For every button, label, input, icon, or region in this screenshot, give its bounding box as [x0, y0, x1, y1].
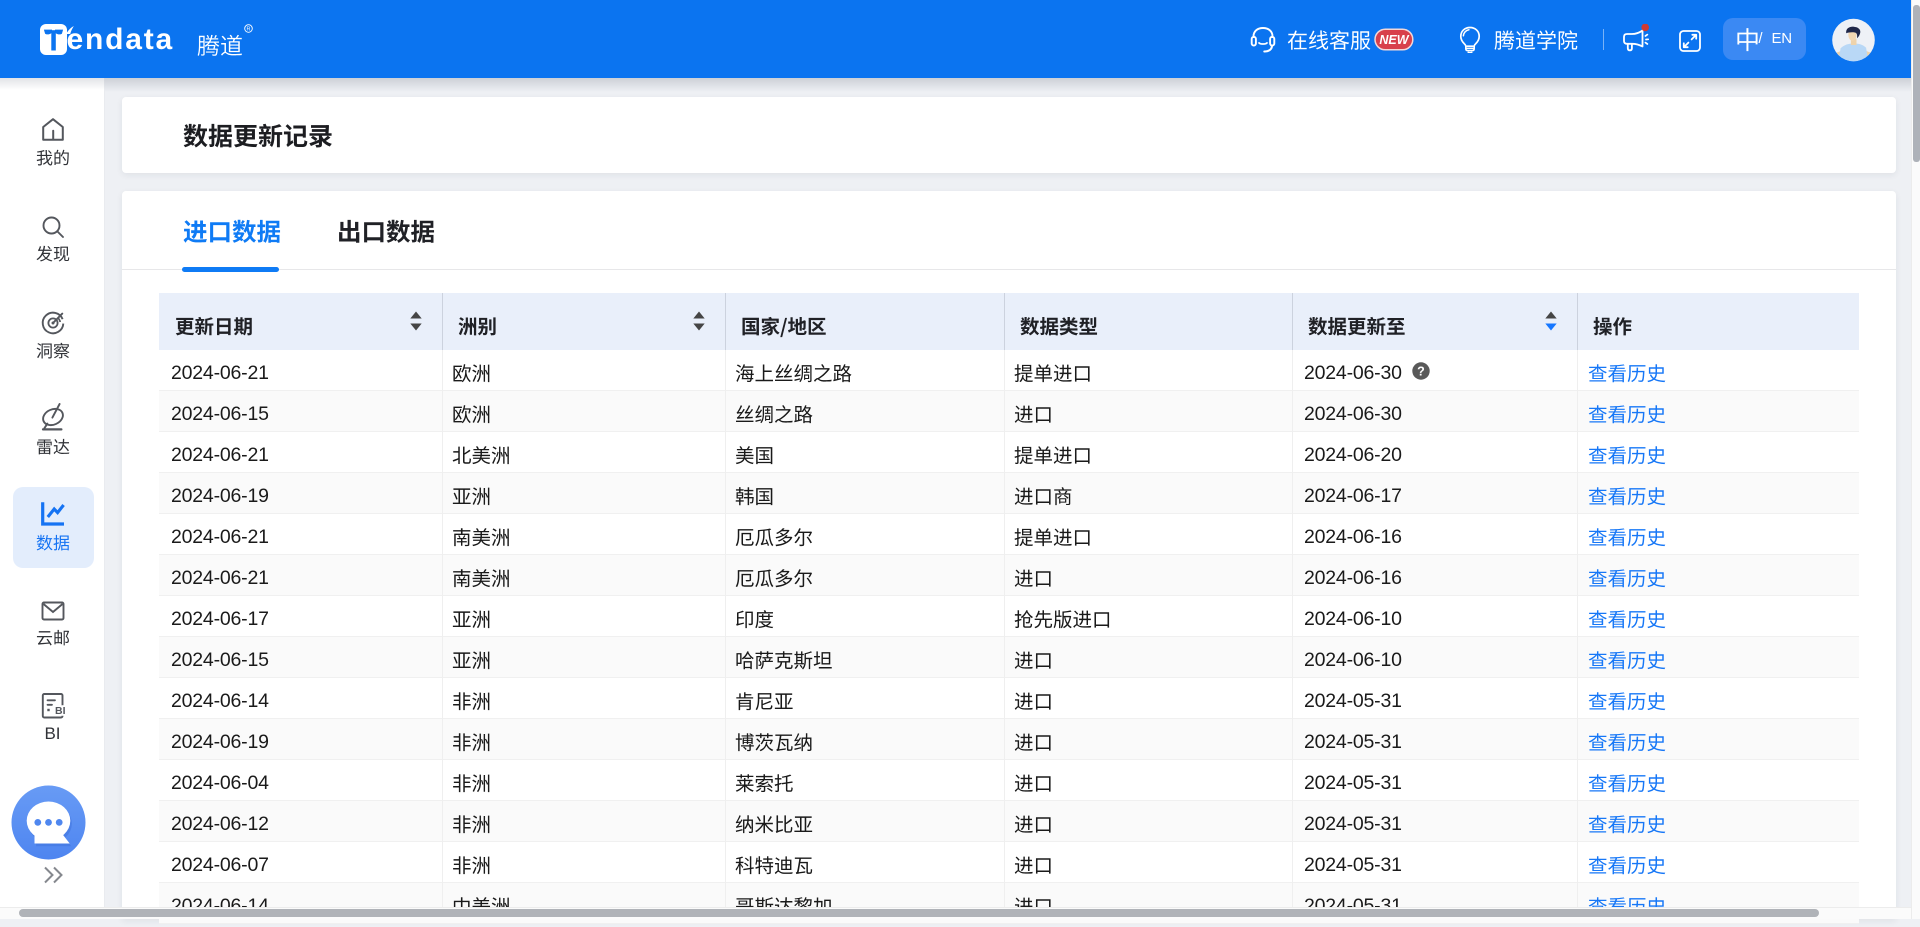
svg-text:BI: BI [55, 705, 66, 717]
svg-text:NEW: NEW [1379, 33, 1409, 47]
svg-text:?: ? [1417, 364, 1425, 378]
svg-text:R: R [247, 27, 251, 33]
